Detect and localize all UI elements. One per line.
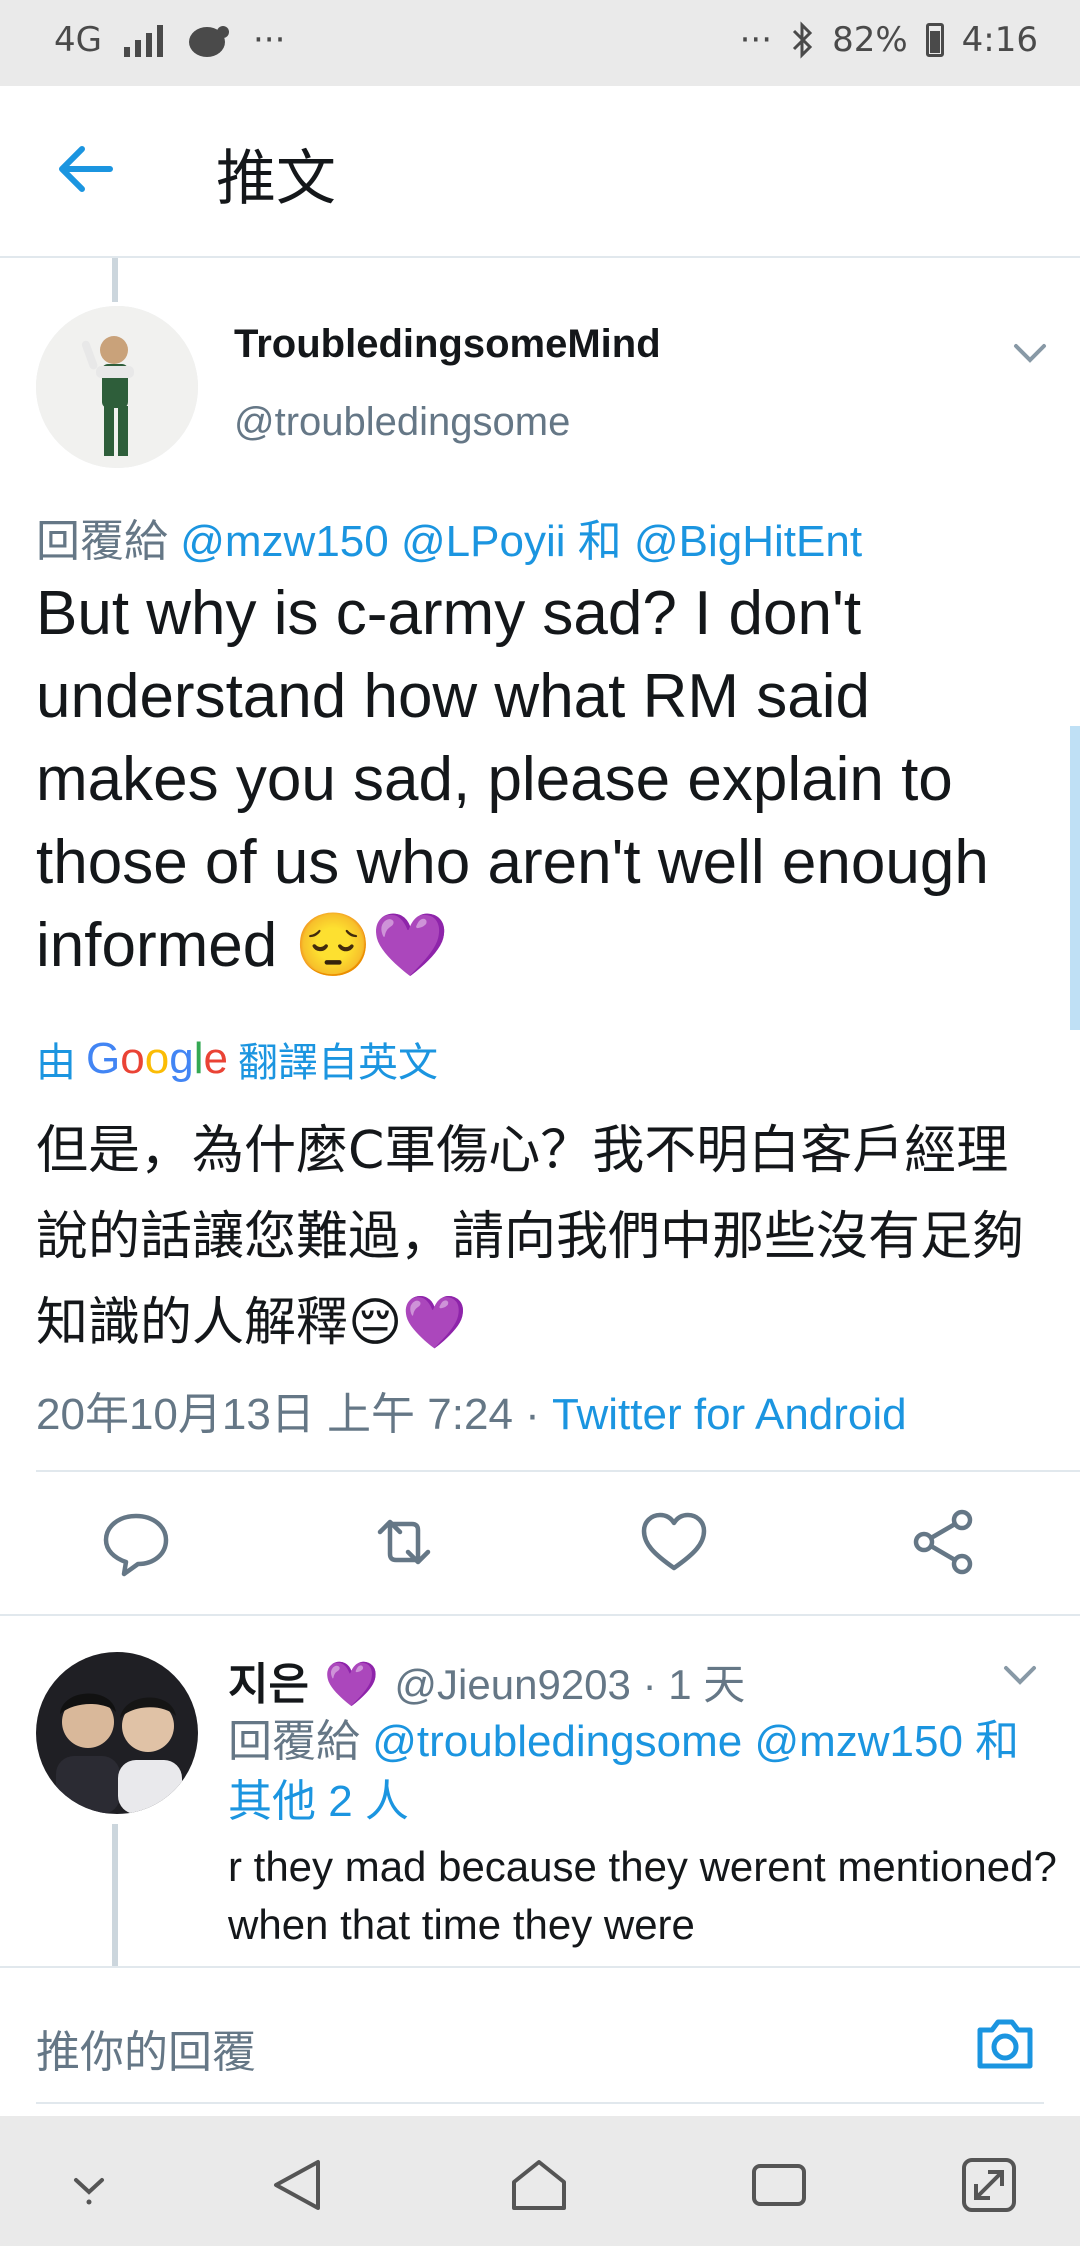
divider — [36, 1470, 1080, 1472]
reply-author-handle[interactable]: @Jieun9203 — [394, 1661, 630, 1708]
google-logo: Google — [86, 1034, 228, 1083]
reply-prefix: 回覆給 — [228, 1717, 360, 1766]
mention-link[interactable]: @BigHitEnt — [634, 517, 862, 566]
reply-composer[interactable]: 推你的回覆 — [0, 1966, 1080, 2118]
scrollbar[interactable] — [1070, 726, 1080, 1030]
avatar-image — [36, 306, 198, 468]
author-handle[interactable]: @troubledingsome — [234, 400, 570, 445]
battery-percent: 82% — [832, 20, 908, 60]
translated-suffix: 翻譯自英文 — [237, 1041, 438, 1085]
meta-separator: · — [642, 1661, 657, 1708]
reply-time: 1 天 — [668, 1661, 746, 1708]
clock: 4:16 — [961, 20, 1038, 60]
reply-author-name[interactable]: 지은 — [228, 1659, 309, 1710]
share-icon[interactable] — [904, 1502, 984, 1582]
bluetooth-icon — [793, 21, 813, 59]
tweet-body: But why is c-army sad? I don't understan… — [36, 579, 989, 980]
mention-link[interactable]: @LPoyii — [401, 517, 566, 566]
meta-separator: · — [525, 1390, 540, 1439]
author-name[interactable]: TroubledingsomeMind — [234, 322, 661, 367]
reply-author-line: 지은 💜 @Jieun9203 · 1 天 — [228, 1648, 745, 1712]
reply-author-emoji: 💜 — [324, 1659, 380, 1710]
battery-icon — [925, 23, 944, 57]
more-notifications: ··· — [252, 20, 286, 60]
like-icon[interactable] — [634, 1502, 714, 1582]
compose-underline — [36, 2102, 1044, 2104]
mention-link[interactable]: @mzw150 — [180, 517, 389, 566]
more-indicators: ··· — [739, 20, 773, 60]
status-bar: 4G ··· ··· 82% 4:16 — [0, 0, 1080, 86]
avatar[interactable] — [36, 306, 198, 468]
reply-prefix: 回覆給 — [36, 517, 168, 566]
page-title: 推文 — [216, 144, 336, 214]
top-app-bar: 推文 — [0, 86, 1080, 258]
network-type: 4G — [54, 20, 102, 60]
reply-context: 回覆給 @troubledingsome @mzw150 和 其他 2 人 — [228, 1712, 1048, 1832]
back-nav-icon[interactable] — [264, 2150, 334, 2220]
app-notification-icon — [188, 26, 229, 57]
home-nav-icon[interactable] — [504, 2150, 574, 2220]
reply-avatar-image — [36, 1652, 198, 1814]
hide-keyboard-icon[interactable] — [54, 2150, 124, 2220]
reply-icon[interactable] — [96, 1502, 176, 1582]
chevron-down-icon[interactable] — [1010, 338, 1050, 368]
back-arrow-icon[interactable] — [50, 134, 120, 204]
camera-icon[interactable] — [970, 2008, 1040, 2078]
reply-context: 回覆給 @mzw150 @LPoyii 和 @BigHitEnt — [36, 505, 862, 569]
retweet-icon[interactable] — [364, 1502, 444, 1582]
signal-icon — [123, 23, 163, 57]
chevron-down-icon[interactable] — [1000, 1660, 1040, 1690]
divider — [0, 1614, 1080, 1616]
thread-line — [112, 1824, 118, 1966]
expand-icon[interactable] — [954, 2150, 1024, 2220]
compose-placeholder[interactable]: 推你的回覆 — [36, 2016, 256, 2080]
recents-nav-icon[interactable] — [744, 2150, 814, 2220]
tweet-meta: 20年10月13日 上午 7:24 · Twitter for Android — [36, 1378, 907, 1442]
source-link[interactable]: Twitter for Android — [552, 1390, 907, 1439]
translation-attribution[interactable]: 由 Google 翻譯自英文 — [36, 1030, 438, 1088]
reply-conjunction: 和 — [577, 517, 622, 566]
thread-line — [112, 258, 118, 302]
timestamp: 20年10月13日 上午 7:24 — [36, 1390, 513, 1439]
reply-body: r they mad because they werent mentioned… — [228, 1843, 1057, 1948]
translated-text: 但是，為什麼C軍傷心？我不明白客戶經理說的話讓您難過，請向我們中那些沒有足夠知識… — [36, 1121, 1025, 1353]
translated-prefix: 由 — [36, 1041, 76, 1085]
reply-avatar[interactable] — [36, 1652, 198, 1814]
system-nav-bar — [0, 2116, 1080, 2246]
